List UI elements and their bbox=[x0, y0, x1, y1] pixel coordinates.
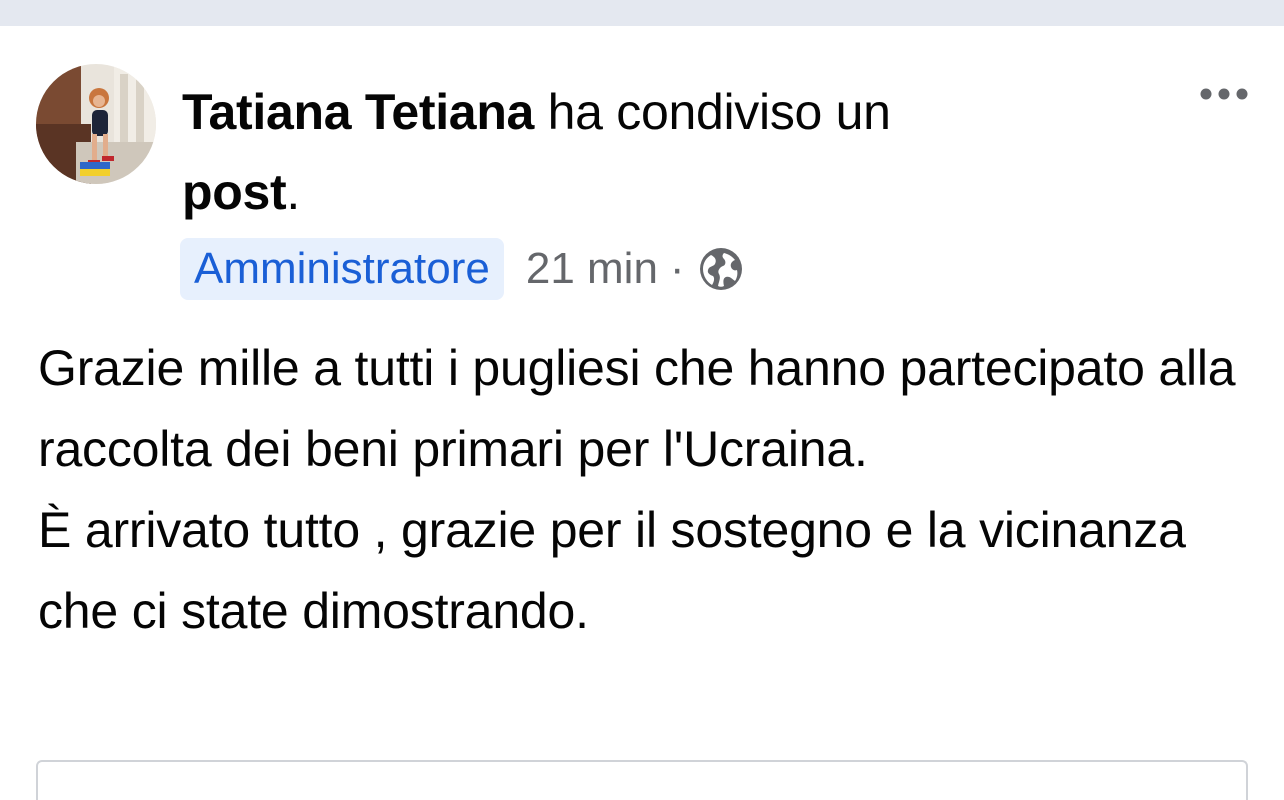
feed-separator-band bbox=[0, 0, 1284, 26]
post-meta: Amministratore 21 min · bbox=[180, 238, 745, 300]
more-options-button[interactable] bbox=[1196, 82, 1252, 106]
shared-post-card: Tatiana Tetiana ha condiviso un post. Am… bbox=[0, 26, 1284, 800]
headline-period: . bbox=[286, 164, 300, 220]
post-header: Tatiana Tetiana ha condiviso un post. bbox=[182, 72, 1082, 232]
post-body: Grazie mille a tutti i pugliesi che hann… bbox=[38, 328, 1258, 652]
meta-separator: · bbox=[669, 244, 685, 293]
timestamp-link[interactable]: 21 min bbox=[526, 244, 658, 294]
more-options-icon bbox=[1200, 88, 1248, 100]
attached-content-frame[interactable] bbox=[36, 760, 1248, 800]
body-paragraph: Grazie mille a tutti i pugliesi che hann… bbox=[38, 340, 1236, 477]
avatar-photo bbox=[36, 64, 156, 184]
avatar[interactable] bbox=[36, 64, 156, 184]
author-name-link[interactable]: Tatiana Tetiana bbox=[182, 84, 534, 140]
globe-icon bbox=[697, 245, 745, 293]
action-text: ha condiviso un bbox=[534, 84, 891, 140]
admin-badge[interactable]: Amministratore bbox=[180, 238, 504, 300]
shared-post-link[interactable]: post bbox=[182, 164, 287, 220]
body-paragraph: È arrivato tutto , grazie per il sostegn… bbox=[38, 502, 1186, 639]
